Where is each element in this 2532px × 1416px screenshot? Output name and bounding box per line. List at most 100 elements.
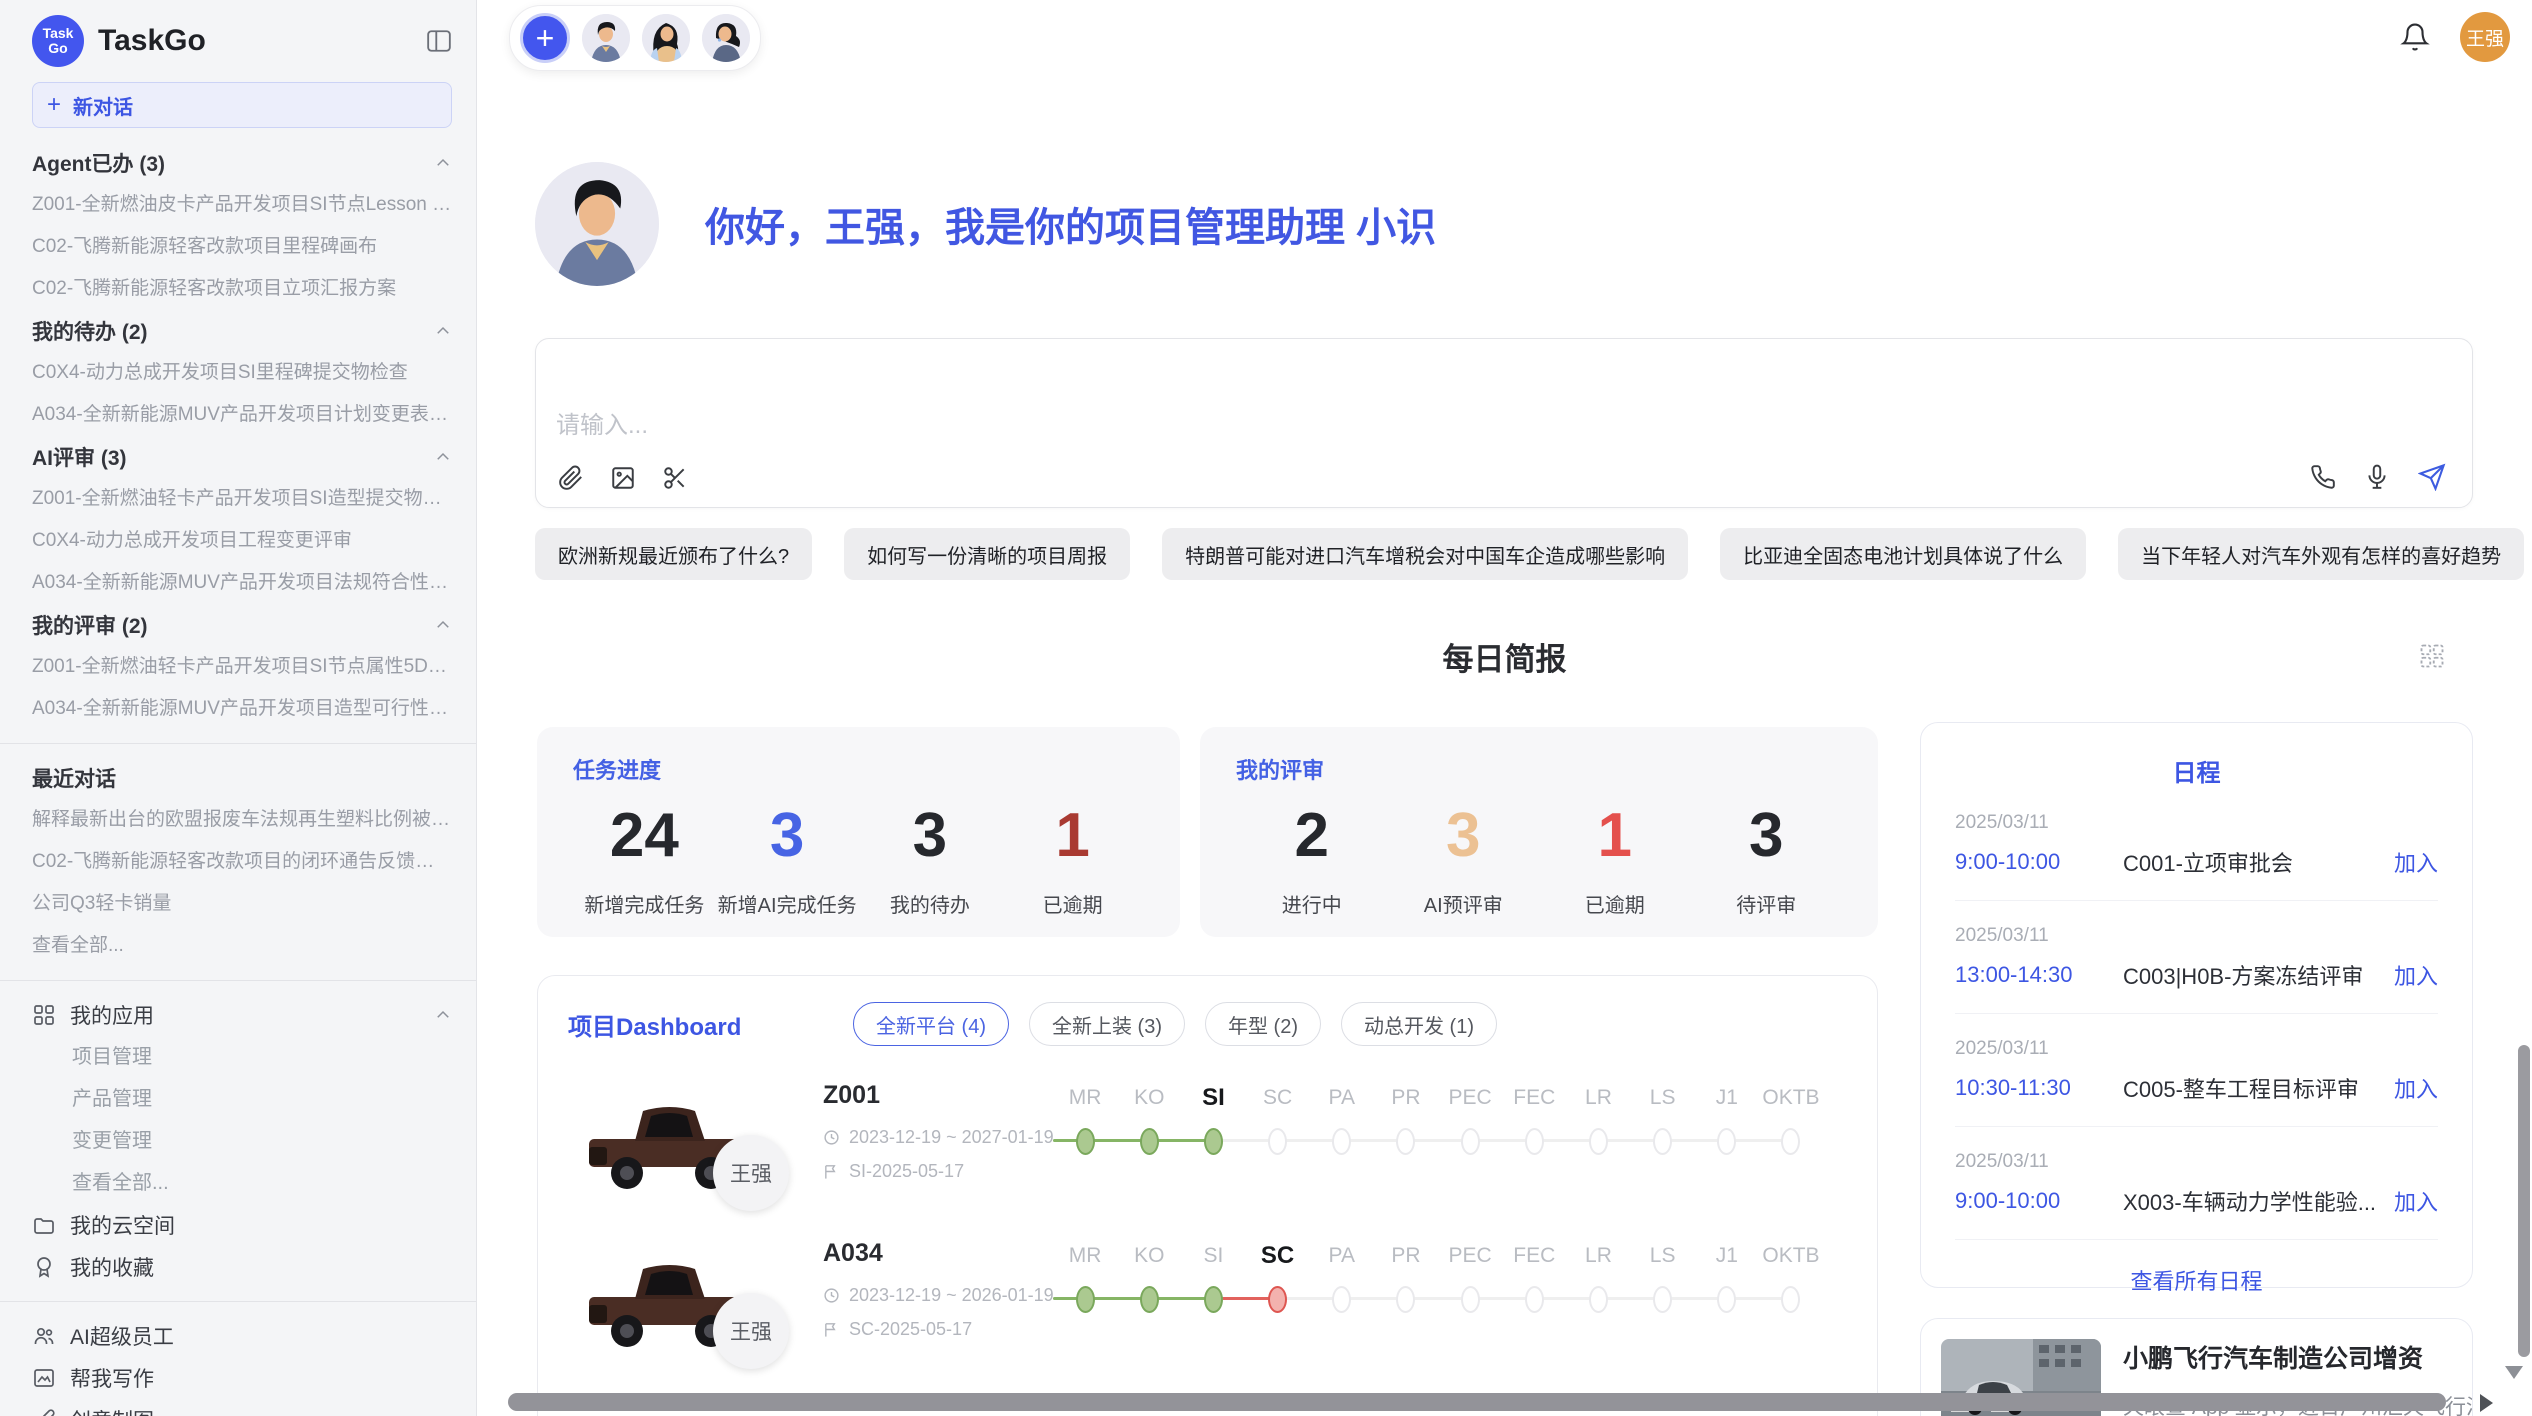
image-icon[interactable]: [610, 465, 636, 491]
join-link[interactable]: 加入: [2394, 846, 2438, 878]
milestone-node-current: [1204, 1128, 1223, 1155]
microphone-icon[interactable]: [2364, 464, 2390, 490]
milestone-label-current: SI: [1181, 1083, 1245, 1113]
send-icon[interactable]: [2418, 463, 2446, 491]
bell-icon[interactable]: [2400, 22, 2430, 52]
recent-chat-item[interactable]: C02-飞腾新能源轻客改款项目的闭环通告反馈情况: [32, 841, 452, 883]
stat-my-todo: 3 我的待办: [859, 797, 1002, 918]
suggestion-chip[interactable]: 当下年轻人对汽车外观有怎样的喜好趋势: [2118, 528, 2524, 580]
conversation-avatar-1[interactable]: [582, 14, 630, 62]
join-link[interactable]: 加入: [2394, 1072, 2438, 1104]
milestone-label: SC: [1246, 1083, 1310, 1113]
suggestion-chip[interactable]: 特朗普可能对进口汽车增税会对中国车企造成哪些影响: [1162, 528, 1688, 580]
sidebar-item[interactable]: C0X4-动力总成开发项目工程变更评审: [32, 520, 452, 562]
suggestion-chip[interactable]: 如何写一份清晰的项目周报: [844, 528, 1130, 580]
sidebar-item-my-apps[interactable]: 我的应用: [32, 994, 452, 1036]
folder-icon: [32, 1213, 56, 1237]
join-link[interactable]: 加入: [2394, 1185, 2438, 1217]
chevron-up-icon: [434, 1006, 452, 1024]
users-icon: [32, 1324, 56, 1348]
project-row-a034[interactable]: 王强 A034 2023-12-19 ~ 2026-01-19 SC-2025-…: [568, 1233, 1847, 1391]
sidebar-header: Task Go TaskGo: [32, 12, 452, 70]
attach-icon[interactable]: [558, 465, 584, 491]
message-input[interactable]: [550, 339, 2262, 525]
sidebar-item-creative-drawing[interactable]: 创意制图: [32, 1399, 452, 1416]
milestone-label: PA: [1310, 1241, 1374, 1271]
conversation-avatar-3[interactable]: [702, 14, 750, 62]
new-chat-button[interactable]: + 新对话: [32, 82, 452, 128]
sidebar-item[interactable]: A034-全新新能源MUV产品开发项目法规符合性评审: [32, 562, 452, 604]
add-conversation-button[interactable]: +: [520, 13, 570, 63]
recent-chat-item[interactable]: 解释最新出台的欧盟报废车法规再生塑料比例被调至15%...: [32, 799, 452, 841]
main-content: +: [477, 0, 2532, 1416]
view-all-schedule-link[interactable]: 查看所有日程: [1955, 1240, 2438, 1320]
tab-powertrain[interactable]: 动总开发 (1): [1341, 1002, 1497, 1046]
sidebar-item[interactable]: C02-飞腾新能源轻客改款项目里程碑画布: [32, 226, 452, 268]
topbar-right: 王强: [2400, 12, 2510, 62]
milestone-node-overdue: [1268, 1286, 1287, 1313]
tab-model-year[interactable]: 年型 (2): [1205, 1002, 1321, 1046]
milestone-node: [1268, 1128, 1287, 1155]
divider: [0, 1301, 476, 1302]
project-row-z001[interactable]: 王强 Z001 2023-12-19 ~ 2027-01-19 SI-2025-…: [568, 1075, 1847, 1233]
suggestion-chip[interactable]: 欧洲新规最近颁布了什么?: [535, 528, 812, 580]
logo-line1: Task: [43, 26, 74, 41]
news-title: 小鹏飞行汽车制造公司增资: [2123, 1339, 2473, 1375]
layout-grid-icon[interactable]: [2418, 642, 2446, 673]
app-link-change-mgmt[interactable]: 变更管理: [32, 1120, 452, 1162]
conversation-avatar-2[interactable]: [642, 14, 690, 62]
tab-new-platform[interactable]: 全新平台 (4): [853, 1002, 1009, 1046]
sidebar-item-favorites[interactable]: 我的收藏: [32, 1246, 452, 1288]
scissors-icon[interactable]: [662, 465, 688, 491]
app-title: TaskGo: [98, 24, 412, 58]
tab-new-topbody[interactable]: 全新上装 (3): [1029, 1002, 1185, 1046]
milestone-node: [1653, 1128, 1672, 1155]
app-window: Task Go TaskGo + 新对话 Agent已办 (3) Z001-全新…: [0, 0, 2532, 1416]
sidebar-section-agent-done[interactable]: Agent已办 (3): [32, 142, 452, 184]
sidebar-section-my-review[interactable]: 我的评审 (2): [32, 604, 452, 646]
sidebar-item[interactable]: C02-飞腾新能源轻客改款项目立项汇报方案: [32, 268, 452, 310]
app-link-product-mgmt[interactable]: 产品管理: [32, 1078, 452, 1120]
task-progress-card: 任务进度 24 新增完成任务 3 新增AI完成任务 3 我的待办 1 已逾期: [537, 727, 1180, 937]
milestone-node-done: [1204, 1286, 1223, 1313]
sidebar-item-ai-super-staff[interactable]: AI超级员工: [32, 1315, 452, 1357]
milestone-node: [1781, 1128, 1800, 1155]
sidebar-item-help-me-write[interactable]: 帮我写作: [32, 1357, 452, 1399]
project-name: Z001: [823, 1081, 880, 1110]
sidebar-section-my-todo[interactable]: 我的待办 (2): [32, 310, 452, 352]
milestone-node: [1461, 1286, 1480, 1313]
recent-chat-view-all[interactable]: 查看全部...: [32, 925, 452, 967]
milestone-label: MR: [1053, 1083, 1117, 1113]
sidebar-item-cloud-space[interactable]: 我的云空间: [32, 1204, 452, 1246]
sidebar-item[interactable]: A034-全新新能源MUV产品开发项目计划变更表编写: [32, 394, 452, 436]
suggestion-chip[interactable]: 比亚迪全固态电池计划具体说了什么: [1720, 528, 2086, 580]
milestone-node: [1525, 1128, 1544, 1155]
app-link-project-mgmt[interactable]: 项目管理: [32, 1036, 452, 1078]
stat-in-progress: 2 进行中: [1236, 797, 1388, 918]
scroll-down-arrow[interactable]: [2505, 1366, 2523, 1379]
milestone-label: PR: [1374, 1083, 1438, 1113]
milestone-label: KO: [1117, 1083, 1181, 1113]
sidebar-item[interactable]: Z001-全新燃油轻卡产品开发项目SI造型提交物评审: [32, 478, 452, 520]
milestone-node-done: [1076, 1286, 1095, 1313]
sidebar-item[interactable]: Z001-全新燃油皮卡产品开发项目SI节点Lesson Learn报告: [32, 184, 452, 226]
scroll-right-arrow[interactable]: [2480, 1394, 2493, 1412]
vertical-scrollbar[interactable]: [2518, 1045, 2530, 1357]
greeting-text: 你好，王强，我是你的项目管理助理 小识: [705, 195, 1436, 253]
schedule-event: 2025/03/11 10:30-11:30 C005-整车工程目标评审 加入: [1955, 1014, 2438, 1127]
sidebar-item[interactable]: A034-全新新能源MUV产品开发项目造型可行性评审: [32, 688, 452, 730]
sidebar-item[interactable]: Z001-全新燃油轻卡产品开发项目SI节点属性5D文件评审: [32, 646, 452, 688]
milestone-label: PA: [1310, 1083, 1374, 1113]
app-link-view-all[interactable]: 查看全部...: [32, 1162, 452, 1204]
join-link[interactable]: 加入: [2394, 959, 2438, 991]
schedule-event: 2025/03/11 9:00-10:00 C001-立项审批会 加入: [1955, 788, 2438, 901]
user-avatar[interactable]: 王强: [2460, 12, 2510, 62]
milestone-node: [1589, 1286, 1608, 1313]
horizontal-scrollbar[interactable]: [508, 1393, 2446, 1411]
milestone-label: KO: [1117, 1241, 1181, 1271]
sidebar-item[interactable]: C0X4-动力总成开发项目SI里程碑提交物检查: [32, 352, 452, 394]
phone-icon[interactable]: [2310, 464, 2336, 490]
recent-chat-item[interactable]: 公司Q3轻卡销量: [32, 883, 452, 925]
sidebar-section-ai-review[interactable]: AI评审 (3): [32, 436, 452, 478]
sidebar-collapse-icon[interactable]: [426, 28, 452, 54]
